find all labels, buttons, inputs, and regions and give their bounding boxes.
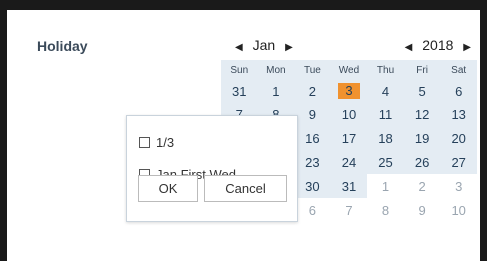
day-cell[interactable]: 23 bbox=[294, 150, 331, 174]
weekday-header: Mon bbox=[257, 60, 295, 80]
weekday-row: Sun Mon Tue Wed Thu Fri Sat bbox=[221, 60, 477, 80]
day-cell-other-month[interactable]: 10 bbox=[440, 198, 477, 222]
day-cell[interactable]: 5 bbox=[403, 80, 441, 102]
day-cell[interactable]: 12 bbox=[403, 102, 441, 126]
day-cell[interactable]: 25 bbox=[367, 150, 404, 174]
selected-day[interactable]: 3 bbox=[337, 83, 360, 99]
day-cell[interactable]: 17 bbox=[330, 126, 368, 150]
prev-month-icon[interactable]: ◀ bbox=[235, 42, 243, 53]
weekday-header: Tue bbox=[294, 60, 331, 80]
holiday-label: Holiday bbox=[37, 38, 88, 54]
day-cell-other-month[interactable]: 1 bbox=[367, 174, 404, 198]
cancel-button[interactable]: Cancel bbox=[204, 175, 287, 202]
weekday-header: Wed bbox=[330, 60, 368, 80]
day-cell-other-month[interactable]: 8 bbox=[367, 198, 404, 222]
month-label: Jan bbox=[252, 37, 276, 53]
weekday-header: Thu bbox=[367, 60, 404, 80]
holiday-settings-panel: Holiday ◀ Jan ▶ ◀ 2018 ▶ Sun Mon Tue Wed bbox=[7, 10, 480, 261]
option-date[interactable]: 1/3 bbox=[139, 135, 174, 150]
weekday-header: Sat bbox=[440, 60, 477, 80]
next-year-icon[interactable]: ▶ bbox=[463, 42, 471, 53]
day-cell-selected[interactable]: 3 bbox=[330, 80, 368, 102]
day-cell[interactable]: 1 bbox=[257, 80, 295, 102]
ok-button[interactable]: OK bbox=[138, 175, 198, 202]
day-cell-other-month[interactable]: 7 bbox=[330, 198, 368, 222]
day-cell-other-month[interactable]: 6 bbox=[294, 198, 331, 222]
day-cell[interactable]: 6 bbox=[440, 80, 477, 102]
day-cell[interactable]: 27 bbox=[440, 150, 477, 174]
day-cell[interactable]: 31 bbox=[221, 80, 258, 102]
next-month-icon[interactable]: ▶ bbox=[285, 42, 293, 53]
month-nav: ◀ Jan ▶ bbox=[235, 30, 293, 60]
day-cell[interactable]: 31 bbox=[330, 174, 368, 198]
weekday-header: Sun bbox=[221, 60, 258, 80]
day-cell[interactable]: 26 bbox=[403, 150, 441, 174]
day-cell[interactable]: 16 bbox=[294, 126, 331, 150]
day-cell[interactable]: 30 bbox=[294, 174, 331, 198]
day-cell[interactable]: 4 bbox=[367, 80, 404, 102]
day-cell-other-month[interactable]: 3 bbox=[440, 174, 477, 198]
holiday-options-popup: 1/3 Jan First Wed OK Cancel bbox=[126, 115, 298, 222]
day-cell[interactable]: 20 bbox=[440, 126, 477, 150]
day-cell-other-month[interactable]: 9 bbox=[403, 198, 441, 222]
day-cell[interactable]: 18 bbox=[367, 126, 404, 150]
year-label: 2018 bbox=[422, 37, 454, 53]
day-cell[interactable]: 19 bbox=[403, 126, 441, 150]
day-cell[interactable]: 24 bbox=[330, 150, 368, 174]
week-row: 31 1 2 3 4 5 6 bbox=[221, 80, 477, 102]
year-nav: ◀ 2018 ▶ bbox=[405, 30, 471, 60]
day-cell[interactable]: 11 bbox=[367, 102, 404, 126]
day-cell[interactable]: 2 bbox=[294, 80, 331, 102]
option-date-checkbox[interactable] bbox=[139, 137, 150, 148]
day-cell[interactable]: 10 bbox=[330, 102, 368, 126]
option-date-label: 1/3 bbox=[156, 135, 175, 150]
calendar-header: ◀ Jan ▶ ◀ 2018 ▶ bbox=[221, 30, 477, 60]
weekday-header: Fri bbox=[403, 60, 441, 80]
day-cell[interactable]: 13 bbox=[440, 102, 477, 126]
day-cell[interactable]: 9 bbox=[294, 102, 331, 126]
day-cell-other-month[interactable]: 2 bbox=[403, 174, 441, 198]
prev-year-icon[interactable]: ◀ bbox=[405, 42, 413, 53]
